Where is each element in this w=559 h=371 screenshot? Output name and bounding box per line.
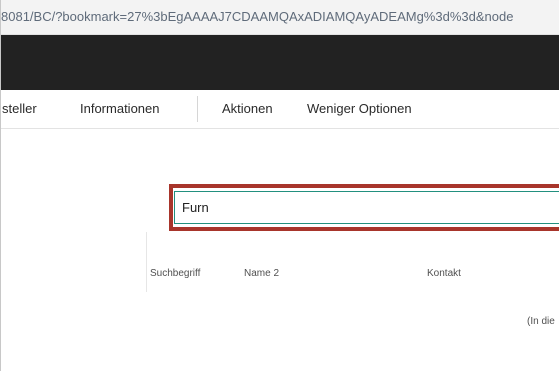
action-fewer-options[interactable]: Weniger Optionen <box>307 101 412 116</box>
column-header-kontakt[interactable]: Kontakt <box>427 268 461 279</box>
action-separator <box>197 96 198 122</box>
empty-list-message: (In die <box>527 316 555 327</box>
column-header-suchbegriff[interactable]: Suchbegriff <box>150 268 200 279</box>
list-divider <box>146 232 147 292</box>
action-bar: steller Informationen Aktionen Weniger O… <box>1 90 559 129</box>
action-informationen[interactable]: Informationen <box>80 101 160 116</box>
action-hersteller[interactable]: steller <box>2 101 37 116</box>
search-input[interactable] <box>174 191 559 224</box>
app-header-bar <box>1 35 559 90</box>
url-text[interactable]: 8081/BC/?bookmark=27%3bEgAAAAJ7CDAAMQAxA… <box>1 9 513 24</box>
action-aktionen[interactable]: Aktionen <box>222 101 273 116</box>
browser-window: 8081/BC/?bookmark=27%3bEgAAAAJ7CDAAMQAxA… <box>0 0 559 371</box>
column-header-name-2[interactable]: Name 2 <box>244 268 279 279</box>
address-bar[interactable]: 8081/BC/?bookmark=27%3bEgAAAAJ7CDAAMQAxA… <box>1 0 559 35</box>
